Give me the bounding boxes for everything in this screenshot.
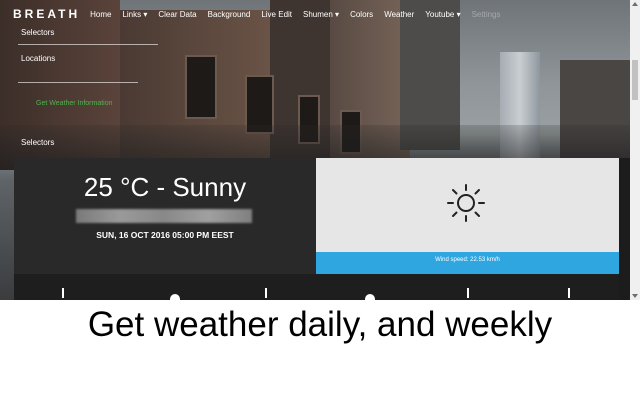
selectors-label[interactable]: Selectors bbox=[21, 28, 54, 37]
browser-viewport: BREATH Home Links ▾ Clear Data Backgroun… bbox=[0, 0, 640, 300]
top-nav: BREATH Home Links ▾ Clear Data Backgroun… bbox=[0, 0, 630, 28]
wind-speed-bar: Wind speed: 22.53 km/h bbox=[316, 252, 619, 274]
forecast-glyph bbox=[467, 288, 469, 298]
window bbox=[185, 55, 217, 119]
get-weather-link[interactable]: Get Weather Information bbox=[36, 100, 113, 107]
wind-speed: Wind speed: 22.53 km/h bbox=[435, 257, 500, 263]
forecast-strip bbox=[14, 274, 619, 300]
side-panel: Selectors Locations Get Weather Informat… bbox=[18, 28, 158, 153]
nav-links[interactable]: Links ▾ bbox=[122, 10, 147, 19]
nav-youtube[interactable]: Youtube ▾ bbox=[425, 10, 460, 19]
selectors-label-bottom[interactable]: Selectors bbox=[21, 138, 54, 147]
nav-shumen[interactable]: Shumen ▾ bbox=[303, 10, 339, 19]
nav-background[interactable]: Background bbox=[208, 10, 251, 19]
right-strip bbox=[619, 158, 630, 300]
sun-icon bbox=[447, 184, 485, 222]
nav-live-edit[interactable]: Live Edit bbox=[261, 10, 292, 19]
blurred-location bbox=[76, 209, 252, 223]
scroll-down-icon[interactable] bbox=[632, 294, 638, 298]
nav-colors[interactable]: Colors bbox=[350, 10, 373, 19]
locations-label[interactable]: Locations bbox=[21, 54, 55, 63]
nav-clear-data[interactable]: Clear Data bbox=[158, 10, 196, 19]
forecast-glyph bbox=[170, 294, 180, 300]
nav-weather[interactable]: Weather bbox=[384, 10, 414, 19]
scrollbar[interactable] bbox=[630, 0, 640, 300]
forecast-glyph bbox=[265, 288, 267, 298]
forecast-glyph bbox=[568, 288, 570, 298]
nav-home[interactable]: Home bbox=[90, 10, 111, 19]
nav-settings[interactable]: Settings bbox=[472, 10, 501, 19]
scroll-up-icon[interactable] bbox=[632, 2, 638, 6]
weather-datetime: SUN, 16 OCT 2016 05:00 PM EEST bbox=[96, 230, 234, 240]
divider bbox=[18, 44, 158, 45]
app-logo[interactable]: BREATH bbox=[13, 7, 80, 21]
scrollbar-thumb[interactable] bbox=[632, 60, 638, 100]
caption-text: Get weather daily, and weekly bbox=[87, 305, 553, 344]
divider bbox=[18, 82, 138, 83]
temperature-condition: 25 °C - Sunny bbox=[83, 172, 247, 202]
forecast-glyph bbox=[365, 294, 375, 300]
forecast-glyph bbox=[62, 288, 64, 298]
